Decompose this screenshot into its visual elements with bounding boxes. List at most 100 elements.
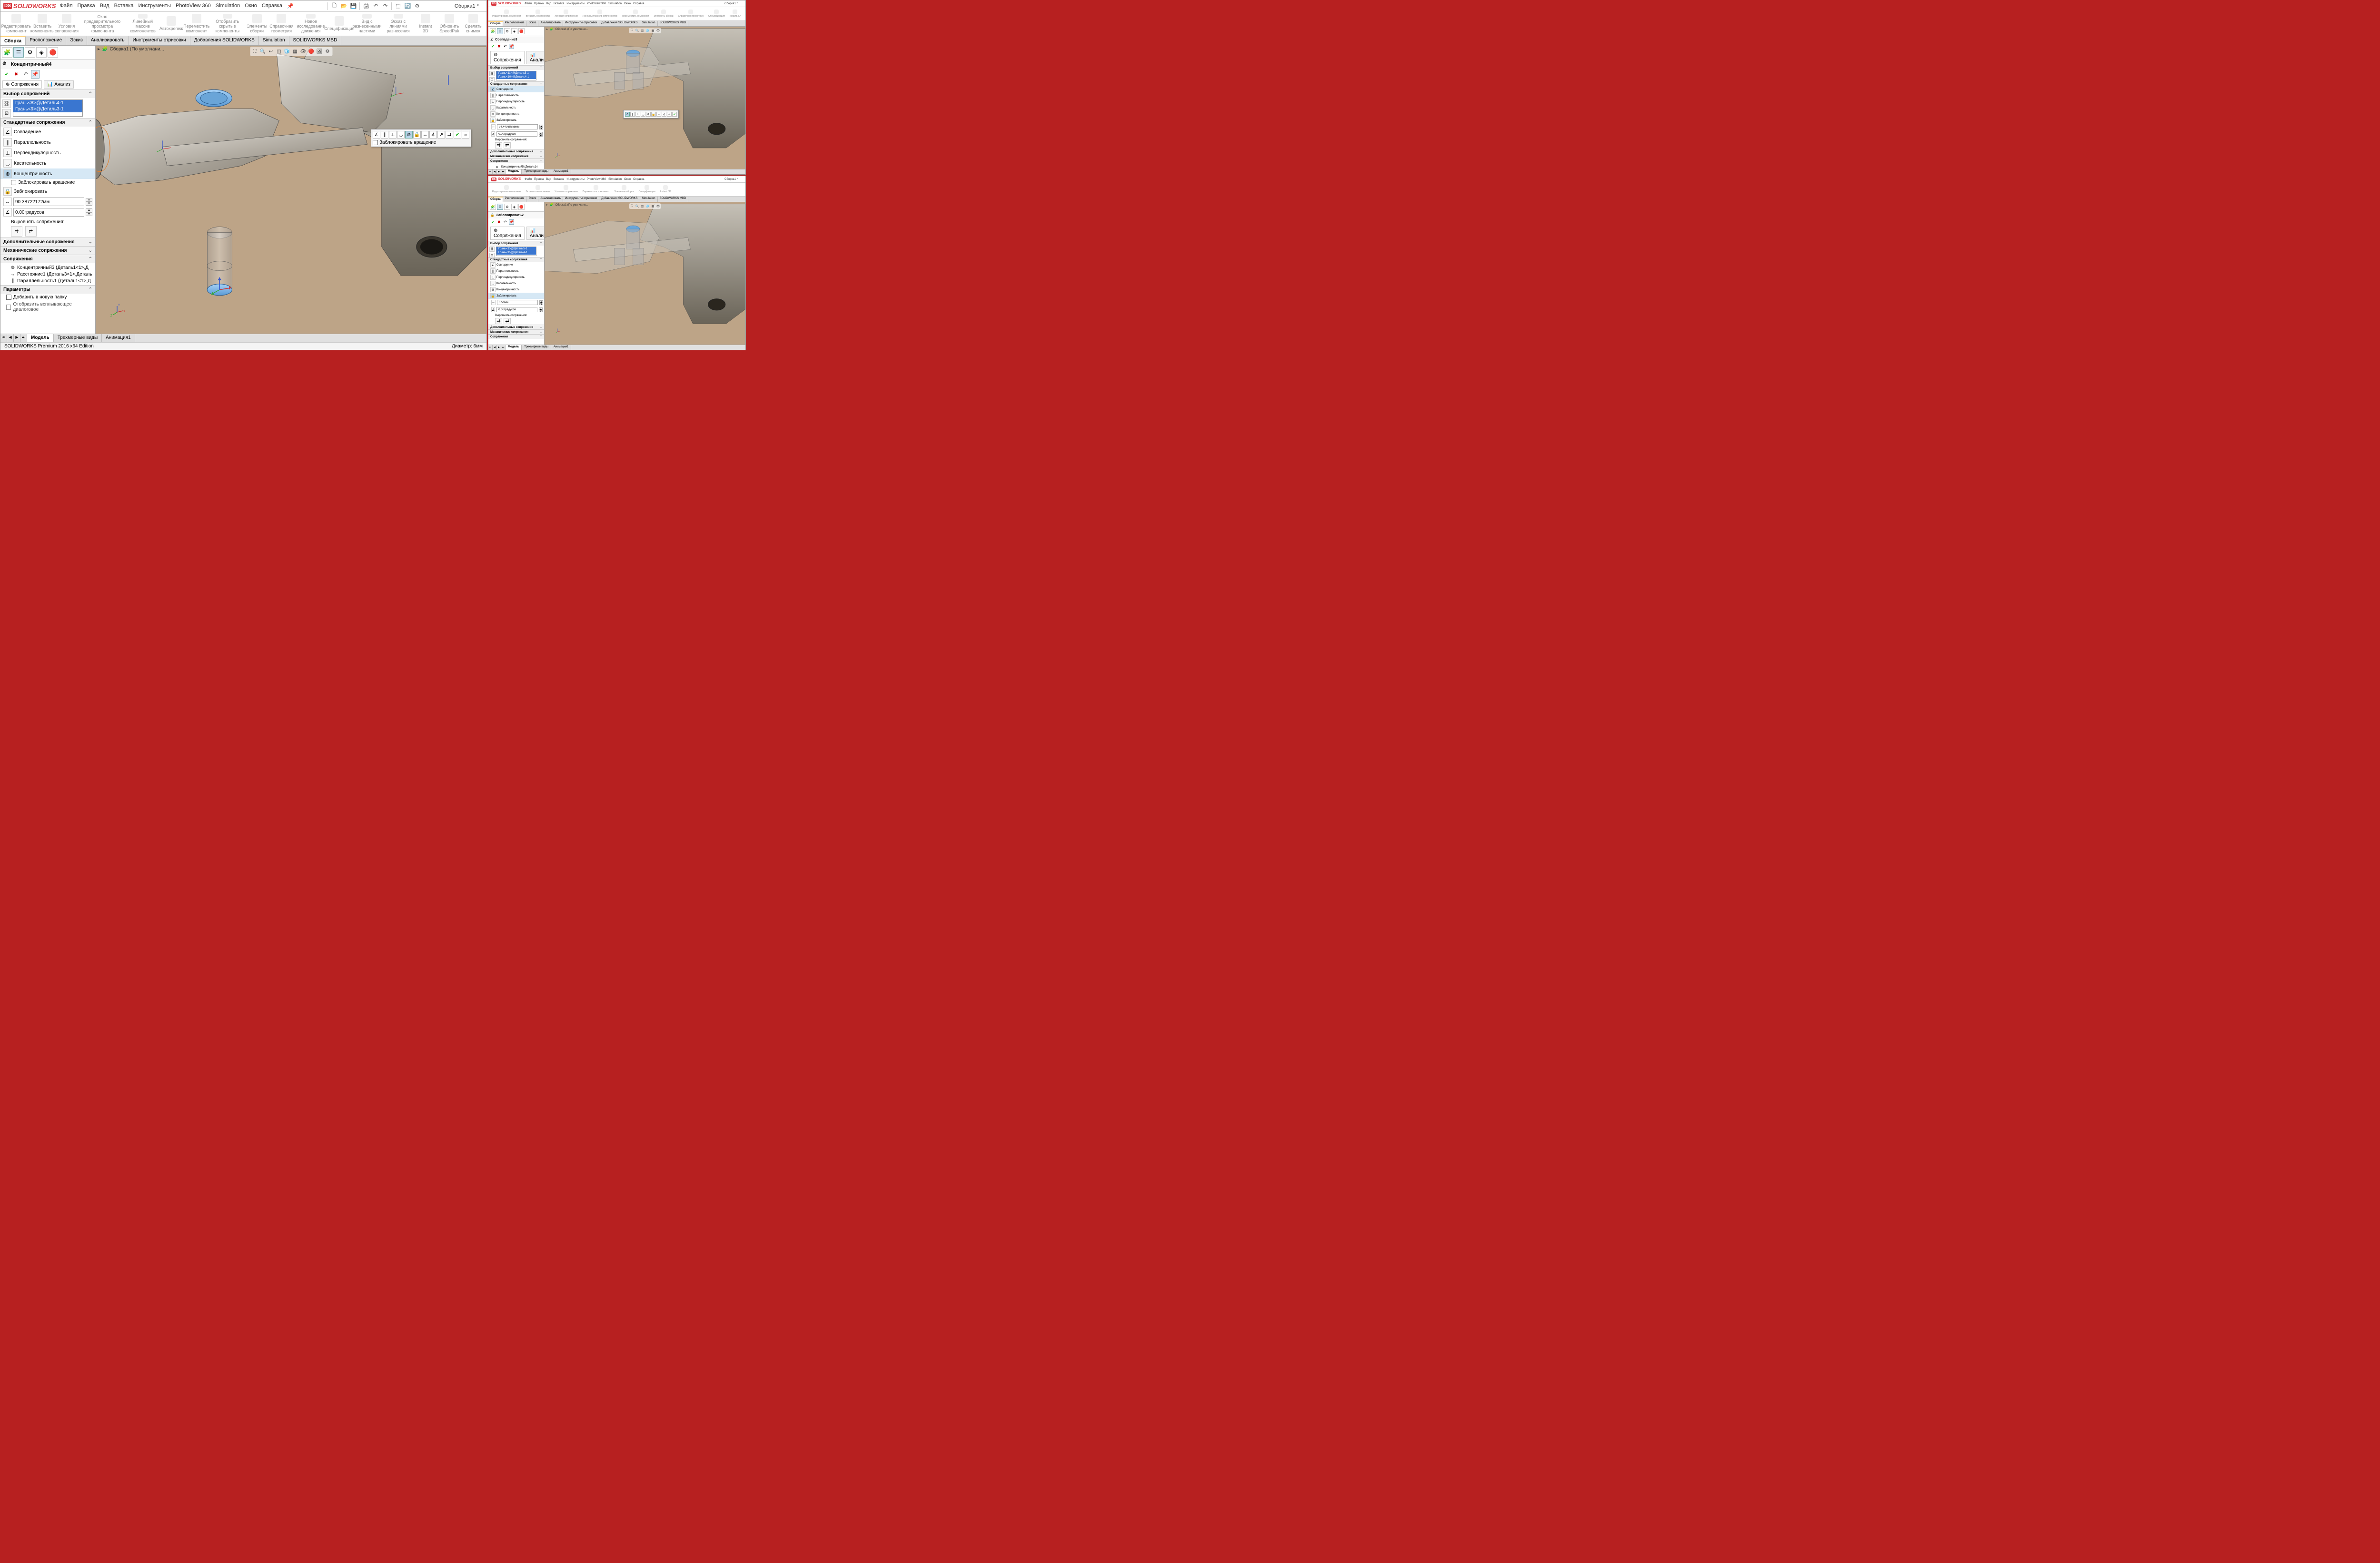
align-anti[interactable]: ⇄ — [25, 226, 37, 237]
selection-item[interactable]: Грань<9>@Деталь3-1 — [13, 106, 82, 112]
popup-tangent[interactable]: ◡ — [397, 131, 405, 138]
rib-smart-fasteners[interactable]: Автокрепеж — [160, 13, 183, 35]
appearance-icon[interactable]: 🔴 — [307, 48, 315, 55]
rib-speedpak[interactable]: Обновить SpeedPak — [438, 13, 461, 35]
view-settings-icon[interactable]: ⚙ — [324, 48, 331, 55]
rib-linear-pattern[interactable]: Линейный массив компонентов — [127, 13, 159, 35]
print-icon[interactable]: 🖨 — [363, 3, 369, 10]
rib-instant3d[interactable]: Instant 3D — [414, 13, 437, 35]
cancel-button[interactable]: ✖ — [12, 70, 20, 79]
chevron-up-icon[interactable]: ⌃ — [89, 287, 92, 292]
tab-render[interactable]: Инструменты отрисовки — [129, 36, 190, 45]
open-icon[interactable]: 📂 — [340, 3, 347, 10]
multi-mate-icon[interactable]: ⊡ — [2, 109, 11, 118]
rib-preview-window[interactable]: Окно предварительного просмотра компонен… — [79, 13, 126, 35]
nav-last[interactable]: ⏭ — [20, 334, 27, 342]
save-icon[interactable]: 💾 — [350, 3, 357, 10]
chevron-down-icon[interactable]: ⌄ — [89, 248, 92, 253]
nav-first[interactable]: ⏮ — [0, 334, 7, 342]
lock-rotation-check[interactable]: Заблокировать вращение — [0, 179, 95, 186]
rib-exploded-view[interactable]: Вид с разнесенными частями — [352, 13, 382, 35]
tab-simulation[interactable]: Simulation — [259, 36, 289, 45]
scene-icon[interactable]: 🖼 — [316, 48, 323, 55]
popup-flip[interactable]: ↗ — [437, 131, 445, 138]
undo-button[interactable]: ↶ — [21, 70, 30, 79]
menu-photoview[interactable]: PhotoView 360 — [176, 3, 211, 10]
menu-file[interactable]: Файл — [60, 3, 72, 10]
popup-distance[interactable]: ↔ — [421, 131, 429, 138]
rib-bom[interactable]: Спецификация — [328, 13, 351, 35]
rib-explode-sketch[interactable]: Эскиз с линиями разнесения — [383, 13, 413, 35]
tab-addins[interactable]: Добавления SOLIDWORKS — [190, 36, 259, 45]
tab-layout[interactable]: Расположение — [26, 36, 66, 45]
popup-angle[interactable]: ∡ — [429, 131, 437, 138]
menu-insert[interactable]: Вставка — [114, 3, 134, 10]
mate-perpendicular[interactable]: ⊥Перпендикулярность — [0, 148, 95, 158]
rib-edit-component[interactable]: Редактировать компонент — [2, 13, 30, 35]
rebuild-icon[interactable]: 🔄 — [404, 3, 411, 10]
popup-coincident[interactable]: ∠ — [373, 131, 380, 138]
tab-appearance[interactable]: 🔴 — [48, 47, 58, 58]
tab-mbd[interactable]: SOLIDWORKS MBD — [289, 36, 342, 45]
zoom-fit-icon[interactable]: ⛶ — [251, 48, 258, 55]
menu-tools[interactable]: Инструменты — [138, 3, 171, 10]
tab-3dviews[interactable]: Трехмерные виды — [54, 334, 102, 342]
chevron-up-icon[interactable]: ⌃ — [89, 91, 92, 97]
tab-evaluate[interactable]: Анализировать — [87, 36, 129, 45]
mate-lock[interactable]: 🔒Заблокировать — [0, 186, 95, 197]
menu-simulation[interactable]: Simulation — [216, 3, 240, 10]
accept-button[interactable]: ✔ — [2, 70, 11, 79]
prev-view-icon[interactable]: ↩ — [267, 48, 275, 55]
distance-spinner[interactable]: ▲▼ — [86, 198, 92, 206]
selection-list[interactable]: Грань<8>@Деталь4-1 Грань<9>@Деталь3-1 — [13, 99, 83, 117]
flyout-tree[interactable]: ▸ 🧩 Сборка1 (По умолчани... — [98, 47, 164, 52]
popup-parallel[interactable]: ∥ — [381, 131, 388, 138]
hide-show-icon[interactable]: 👁 — [299, 48, 307, 55]
rib-snapshot[interactable]: Сделать снимок — [462, 13, 485, 35]
undo-icon[interactable]: ↶ — [372, 3, 379, 10]
mate-item[interactable]: ∥Параллельность1 (Деталь1<1>,Д — [10, 277, 92, 284]
orientation-triad[interactable]: X Z Y — [110, 305, 124, 319]
mate-item[interactable]: ↔Расстояние1 (Деталь3<1>,Деталь — [10, 271, 92, 277]
rib-ref-geometry[interactable]: Справочная геометрия — [269, 13, 294, 35]
menu-window[interactable]: Окно — [245, 3, 257, 10]
popup-concentric[interactable]: ⊚ — [405, 131, 413, 138]
rib-assembly-features[interactable]: Элементы сборки — [246, 13, 268, 35]
mate-concentric[interactable]: ⊚Концентричность — [0, 168, 95, 179]
options-icon[interactable]: ⚙ — [414, 3, 420, 10]
chevron-up-icon[interactable]: ⌃ — [89, 257, 92, 262]
new-folder-check[interactable]: Добавить в новую папку — [0, 294, 95, 301]
mate-tangent[interactable]: ◡Касательность — [0, 158, 95, 168]
popup-lock-rotation[interactable]: Заблокировать вращение — [373, 138, 469, 145]
menu-view[interactable]: Вид — [100, 3, 109, 10]
angle-input[interactable] — [13, 208, 84, 217]
display-style-icon[interactable]: ▦ — [291, 48, 299, 55]
pushpin-button[interactable]: 📌 — [31, 70, 40, 79]
subtab-mates[interactable]: ⊚ Сопряжения — [2, 80, 42, 89]
rib-show-hidden[interactable]: Отобразить скрытые компоненты — [210, 13, 245, 35]
popup-align[interactable]: ⇉ — [446, 131, 453, 138]
select-icon[interactable]: ⬚ — [395, 3, 401, 10]
rib-move-component[interactable]: Переместить компонент — [184, 13, 209, 35]
chevron-down-icon[interactable]: ⌄ — [89, 239, 92, 245]
section-view-icon[interactable]: ◫ — [275, 48, 283, 55]
view-orient-icon[interactable]: 🧊 — [283, 48, 291, 55]
mate-coincident[interactable]: ∠Совпадение — [0, 127, 95, 137]
pin-icon[interactable]: 📌 — [287, 3, 294, 10]
redo-icon[interactable]: ↷ — [382, 3, 388, 10]
mate-item[interactable]: ⊚Концентричный3 (Деталь1<1>,Д — [10, 264, 92, 271]
tab-assembly[interactable]: Сборка — [0, 36, 26, 45]
popup-chevron[interactable]: » — [462, 131, 469, 138]
rib-mate[interactable]: Условия сопряжения — [55, 13, 78, 35]
rib-insert-components[interactable]: Вставить компоненты — [30, 13, 54, 35]
chevron-up-icon[interactable]: ⌃ — [89, 120, 92, 125]
entity-set-icon[interactable]: ⛓ — [2, 99, 11, 108]
tab-config-mgr[interactable]: ⚙ — [25, 47, 35, 58]
popup-perpendicular[interactable]: ⊥ — [389, 131, 397, 138]
subtab-analysis[interactable]: 📊 Анализ — [44, 80, 74, 89]
tab-model[interactable]: Модель — [27, 334, 54, 342]
nav-prev[interactable]: ◀ — [7, 334, 14, 342]
tab-sketch[interactable]: Эскиз — [66, 36, 87, 45]
tab-dimxpert[interactable]: ◈ — [36, 47, 47, 58]
selection-item[interactable]: Грань<8>@Деталь4-1 — [13, 100, 82, 106]
